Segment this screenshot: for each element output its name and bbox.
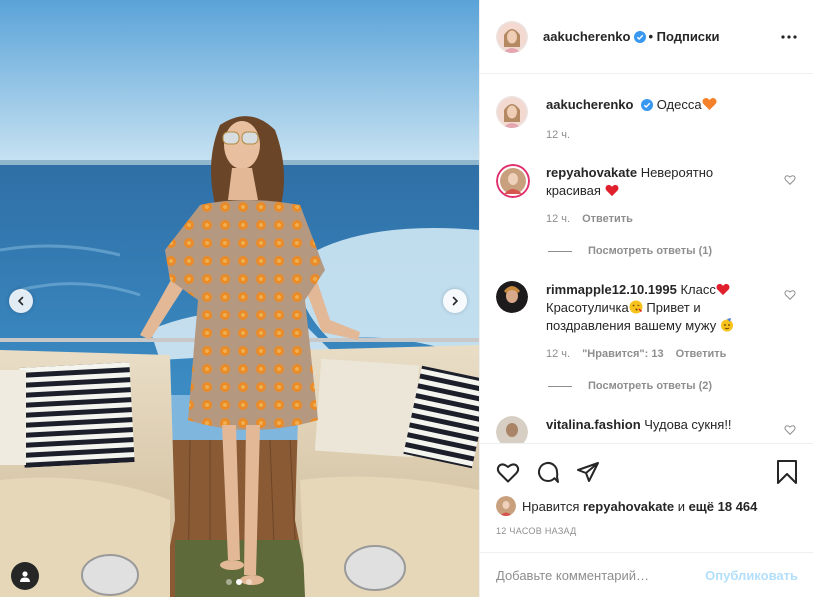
comment-button[interactable] [536, 460, 560, 484]
caption-time: 12 ч. [546, 129, 571, 141]
share-button[interactable] [576, 460, 600, 484]
photo-image [0, 0, 479, 597]
carousel-dot [226, 579, 232, 585]
like-comment-icon[interactable] [784, 424, 796, 435]
chevron-left-icon [17, 296, 24, 306]
comment-username[interactable]: repyahovakate [546, 165, 637, 180]
verified-badge-icon [634, 30, 647, 43]
replies-divider [548, 385, 572, 387]
comment-time: 12 ч. [546, 213, 571, 225]
bookmark-icon [777, 460, 797, 484]
view-replies-button[interactable]: Посмотреть ответы (1) [548, 245, 798, 257]
like-comment-icon[interactable] [784, 174, 796, 185]
post-caption: aakucherenko Одесса 12 ч. [496, 96, 798, 142]
commenter-avatar[interactable] [496, 281, 528, 313]
comments-list[interactable]: aakucherenko Одесса 12 ч. repyahovakate … [480, 75, 813, 443]
orange-heart-emoji-icon [702, 97, 717, 110]
party-face-emoji-icon [720, 318, 733, 332]
comment-item: vitalina.fashion Чудова сукня!! [496, 416, 798, 443]
comment-likes-button[interactable]: "Нравится": 13 [582, 347, 663, 361]
kissing-face-emoji-icon [629, 300, 643, 314]
reply-button[interactable]: Ответить [676, 347, 727, 361]
red-heart-emoji-icon [716, 283, 730, 296]
caption-username[interactable]: aakucherenko [546, 97, 633, 112]
replies-divider [548, 250, 572, 252]
view-replies-button[interactable]: Посмотреть ответы (2) [548, 380, 798, 392]
comment-text: Чудова сукня!! [644, 417, 732, 432]
carousel-dot [246, 579, 252, 585]
avatar-image [496, 164, 530, 198]
comment-username[interactable]: rimmapple12.10.1995 [546, 282, 677, 297]
paper-plane-icon [577, 462, 599, 482]
save-button[interactable] [776, 460, 798, 484]
heart-icon [496, 463, 520, 483]
more-options-icon[interactable] [781, 34, 797, 39]
post-actions: Нравится repyahovakate и ещё 18 464 12 Ч… [480, 443, 813, 536]
comment-item: repyahovakate Невероятно красивая 12 ч. … [496, 164, 798, 226]
like-comment-icon[interactable] [784, 289, 796, 300]
post-photo[interactable] [0, 0, 479, 597]
comment-icon [538, 462, 559, 483]
chevron-right-icon [452, 296, 459, 306]
likes-others[interactable]: ещё 18 464 [689, 499, 758, 514]
view-replies-label: Посмотреть ответы (2) [588, 380, 713, 392]
avatar-image [496, 281, 528, 313]
likes-prefix: Нравится [522, 498, 580, 514]
comment-input[interactable] [496, 567, 706, 583]
comment-composer: Опубликовать [480, 552, 813, 597]
like-button[interactable] [496, 461, 520, 483]
commenter-avatar[interactable] [496, 416, 528, 443]
user-tag-icon [20, 571, 30, 582]
publish-button[interactable]: Опубликовать [705, 568, 798, 583]
comment-text-part1: Класс [680, 282, 716, 297]
comment-text-part2: Красотуличка [546, 300, 629, 315]
commenter-avatar[interactable] [496, 164, 530, 198]
red-heart-emoji-icon [605, 184, 619, 197]
likes-summary[interactable]: Нравится repyahovakate и ещё 18 464 [496, 496, 798, 516]
caption-text: Одесса [656, 97, 702, 112]
carousel-indicator [226, 579, 252, 585]
verified-badge-icon [641, 99, 654, 111]
tagged-users-button[interactable] [11, 562, 39, 590]
avatar-image [496, 96, 528, 128]
previous-slide-button[interactable] [9, 289, 33, 313]
carousel-dot-active [236, 579, 242, 585]
author-username[interactable]: aakucherenko [543, 29, 630, 44]
reply-button[interactable]: Ответить [582, 212, 633, 226]
post-timestamp[interactable]: 12 ЧАСОВ НАЗАД [496, 526, 798, 536]
post-header: aakucherenko • Подписки [480, 0, 813, 74]
view-replies-label: Посмотреть ответы (1) [588, 245, 713, 257]
following-button[interactable]: • Подписки [648, 29, 719, 44]
avatar-image [496, 496, 516, 516]
likes-user[interactable]: repyahovakate [583, 499, 674, 514]
comment-username[interactable]: vitalina.fashion [546, 417, 641, 432]
post-side-panel: aakucherenko • Подписки aakucherenko Оде… [479, 0, 813, 597]
liker-avatar [496, 496, 516, 516]
avatar-image [496, 416, 528, 443]
comment-time: 12 ч. [546, 348, 571, 360]
avatar-image [496, 20, 528, 53]
author-avatar[interactable] [496, 20, 528, 53]
next-slide-button[interactable] [443, 289, 467, 313]
likes-and: и [677, 498, 685, 514]
caption-author-avatar[interactable] [496, 96, 528, 128]
comment-item: rimmapple12.10.1995 Класс Красотуличка П… [496, 281, 798, 361]
